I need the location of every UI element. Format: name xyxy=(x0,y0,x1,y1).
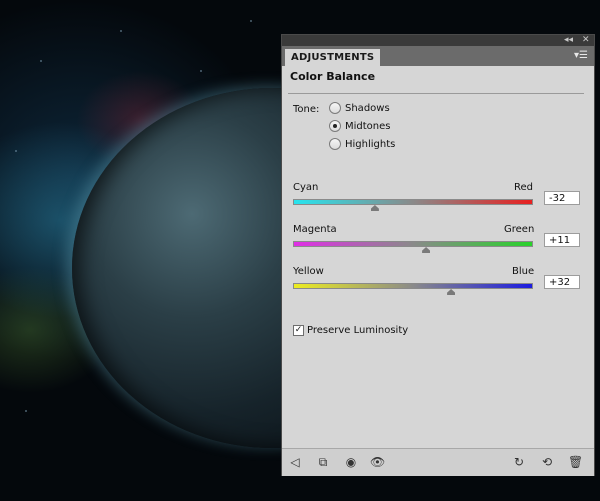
yellow-blue-value-field[interactable]: +32 xyxy=(544,275,580,289)
panel-tabbar: ADJUSTMENTS ▾☰ xyxy=(282,46,594,66)
radio-button[interactable] xyxy=(329,102,341,114)
slider-left-label-magenta: Magenta xyxy=(293,224,337,235)
panel-heading: Color Balance xyxy=(290,70,376,83)
radio-label: Highlights xyxy=(345,138,396,150)
magenta-green-slider-track[interactable] xyxy=(293,241,533,247)
adjustments-panel: ◂◂ ✕ ADJUSTMENTS ▾☰ Color Balance Tone: … xyxy=(281,34,595,476)
radio-button-selected[interactable] xyxy=(329,120,341,132)
slider-right-label-blue: Blue xyxy=(512,266,535,277)
star xyxy=(25,410,27,412)
slider-right-label-red: Red xyxy=(514,182,533,193)
collapse-icon[interactable]: ◂◂ xyxy=(564,35,573,46)
tone-label: Tone: xyxy=(293,104,320,115)
slider-right-label-green: Green xyxy=(504,224,535,235)
radio-midtones[interactable]: Midtones xyxy=(329,119,391,133)
panel-titlebar[interactable]: ◂◂ ✕ xyxy=(282,35,594,46)
slider-left-label-cyan: Cyan xyxy=(293,182,319,193)
panel-bottom-toolbar: ◁ ⧉ ◉ 👁 ↻ ⟲ 🗑 xyxy=(282,448,594,476)
reset-icon[interactable]: ⟲ xyxy=(540,455,554,469)
back-arrow-icon[interactable]: ◁ xyxy=(288,455,302,469)
preserve-luminosity-row[interactable]: ✓ Preserve Luminosity xyxy=(293,325,408,336)
radio-button[interactable] xyxy=(329,138,341,150)
preserve-luminosity-checkbox[interactable]: ✓ xyxy=(293,325,304,336)
view-previous-icon[interactable]: ↻ xyxy=(512,455,526,469)
yellow-blue-slider-track[interactable] xyxy=(293,283,533,289)
radio-shadows[interactable]: Shadows xyxy=(329,101,390,115)
cyan-red-slider-track[interactable] xyxy=(293,199,533,205)
star xyxy=(120,30,122,32)
preserve-luminosity-label: Preserve Luminosity xyxy=(307,325,409,336)
radio-highlights[interactable]: Highlights xyxy=(329,137,395,151)
cyan-red-value-field[interactable]: -32 xyxy=(544,191,580,205)
clip-to-layer-icon[interactable]: ⧉ xyxy=(316,455,330,469)
eye-icon[interactable]: 👁 xyxy=(370,455,385,469)
star xyxy=(40,60,42,62)
star xyxy=(15,150,17,152)
slider-left-label-yellow: Yellow xyxy=(293,266,324,277)
trash-icon[interactable]: 🗑 xyxy=(568,455,583,469)
magenta-green-value-field[interactable]: +11 xyxy=(544,233,580,247)
star xyxy=(250,20,252,22)
panel-menu-icon[interactable]: ▾☰ xyxy=(574,50,588,62)
close-icon[interactable]: ✕ xyxy=(582,35,590,46)
divider xyxy=(288,93,584,94)
tab-adjustments[interactable]: ADJUSTMENTS xyxy=(285,49,381,66)
radio-label: Midtones xyxy=(345,120,391,132)
radio-label: Shadows xyxy=(345,102,390,114)
star xyxy=(200,70,202,72)
visibility-toggle-icon[interactable]: ◉ xyxy=(344,455,358,469)
